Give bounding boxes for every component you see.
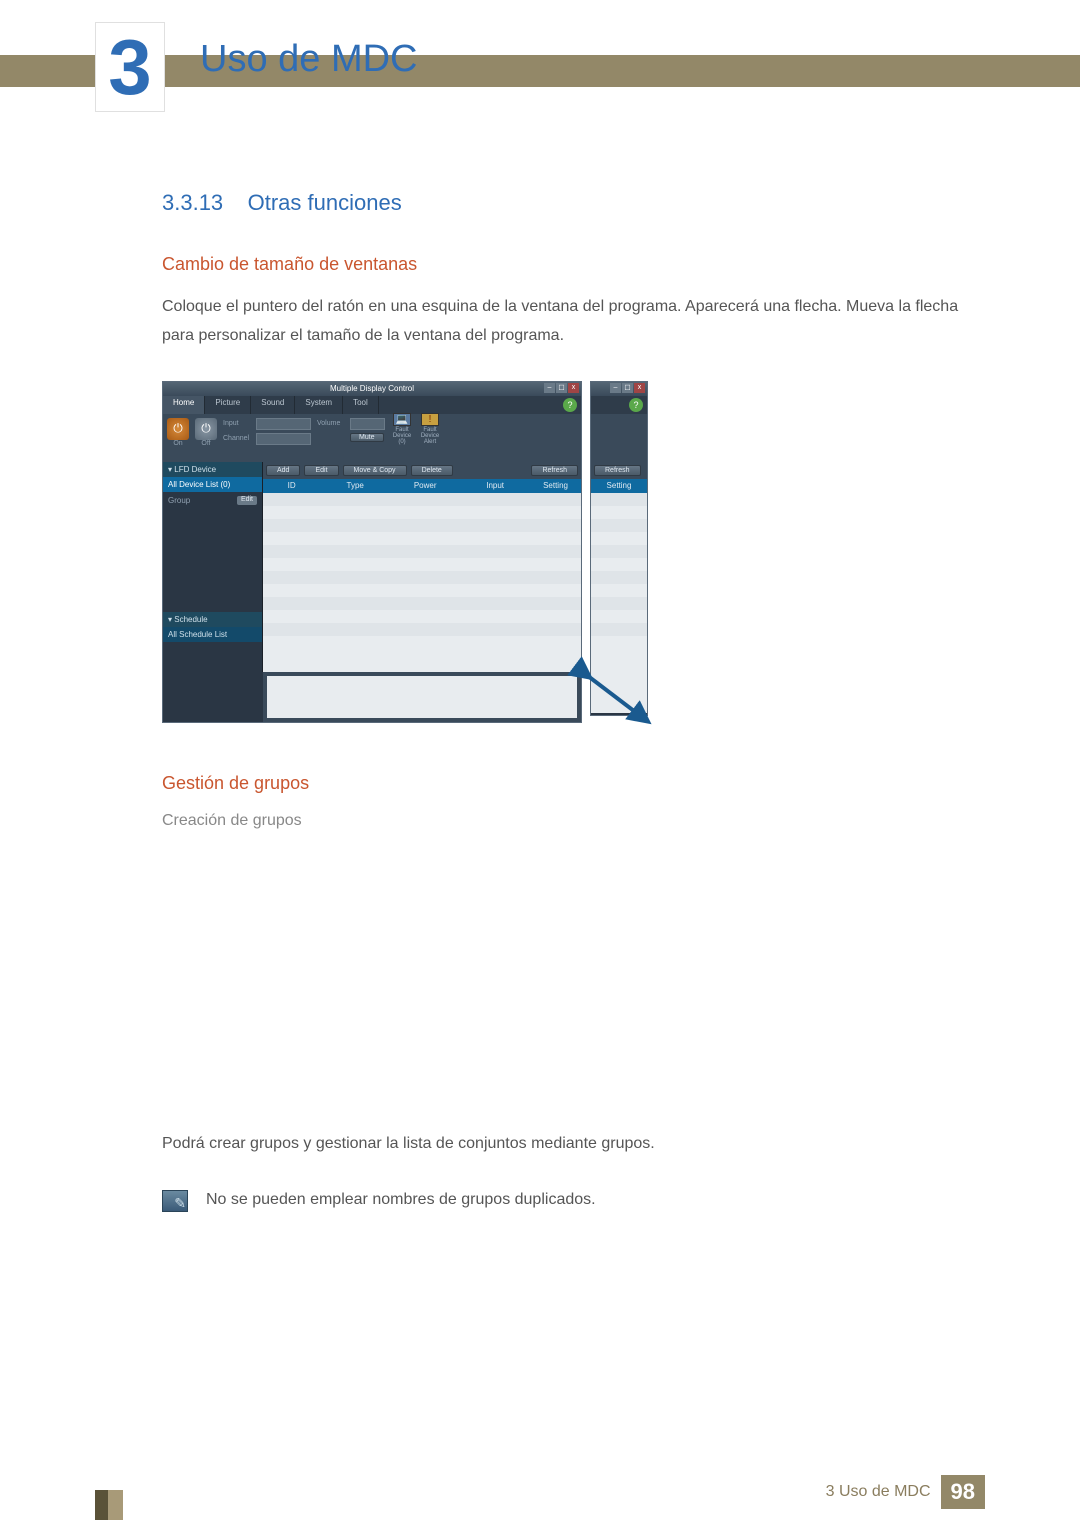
- mdc-bottom-panel: [163, 672, 581, 722]
- sec-maximize-button[interactable]: ☐: [622, 383, 633, 393]
- note-icon: [162, 1190, 188, 1212]
- col-type: Type: [320, 481, 390, 490]
- fault-alert-icon[interactable]: ! Fault Device Alert: [419, 418, 441, 440]
- minimize-button[interactable]: –: [544, 383, 555, 393]
- sidebar-lfd-device[interactable]: ▾ LFD Device: [163, 462, 262, 477]
- col-setting: Setting: [530, 481, 581, 490]
- mdc-main-window: Multiple Display Control – ☐ x Home Pict…: [162, 381, 582, 723]
- secondary-titlebar: – ☐ x: [591, 382, 647, 396]
- channel-label: Channel: [223, 435, 253, 442]
- data-grid: [263, 493, 581, 672]
- power-off-button[interactable]: ⏻: [195, 418, 217, 440]
- close-button[interactable]: x: [568, 383, 579, 393]
- off-label: Off: [201, 440, 210, 447]
- page-footer: 3 Uso de MDC 98: [826, 1475, 985, 1509]
- table-row: [263, 519, 581, 532]
- footer-accent-light: [108, 1490, 123, 1520]
- table-row: [263, 558, 581, 571]
- col-power: Power: [390, 481, 460, 490]
- volume-label: Volume: [317, 420, 347, 427]
- groups-body-text: Podrá crear grupos y gestionar la lista …: [162, 1130, 980, 1159]
- channel-select[interactable]: [256, 433, 311, 445]
- mute-button[interactable]: Mute: [350, 433, 384, 442]
- col-id: ID: [263, 481, 320, 490]
- add-button[interactable]: Add: [266, 465, 300, 476]
- volume-spinner[interactable]: [350, 418, 385, 430]
- sec-help-icon[interactable]: ?: [629, 398, 643, 412]
- sidebar-group-row: Group Edit: [163, 492, 262, 509]
- tab-picture[interactable]: Picture: [205, 396, 251, 414]
- input-select[interactable]: [256, 418, 311, 430]
- subsection-resize-heading: Cambio de tamaño de ventanas: [162, 254, 980, 275]
- table-row: [263, 571, 581, 584]
- delete-button[interactable]: Delete: [411, 465, 453, 476]
- input-label: Input: [223, 420, 253, 427]
- subsection-groups-heading: Gestión de grupos: [162, 773, 980, 794]
- chapter-number-box: 3: [95, 22, 165, 112]
- table-row: [263, 545, 581, 558]
- table-row: [263, 597, 581, 610]
- tab-system[interactable]: System: [295, 396, 343, 414]
- mdc-toolbar: ⏻ On ⏻ Off Input Channel: [163, 414, 581, 462]
- fault-device-icon[interactable]: 💻 Fault Device (0): [391, 418, 413, 440]
- table-row: [263, 506, 581, 519]
- mdc-main-area: Add Edit Move & Copy Delete Refresh ID T…: [263, 462, 581, 672]
- sidebar-all-device-list[interactable]: All Device List (0): [163, 477, 262, 492]
- col-input: Input: [460, 481, 530, 490]
- creation-subheading: Creación de grupos: [162, 812, 980, 830]
- mdc-sidebar: ▾ LFD Device All Device List (0) Group E…: [163, 462, 263, 672]
- table-row: [263, 623, 581, 636]
- power-on-button[interactable]: ⏻: [167, 418, 189, 440]
- move-copy-button[interactable]: Move & Copy: [343, 465, 407, 476]
- sidebar-schedule[interactable]: ▾ Schedule: [163, 612, 262, 627]
- mdc-tabs: Home Picture Sound System Tool ?: [163, 396, 581, 414]
- note-text: No se pueden emplear nombres de grupos d…: [206, 1186, 596, 1215]
- sidebar-all-schedule-list[interactable]: All Schedule List: [163, 627, 262, 642]
- footer-label: 3 Uso de MDC: [826, 1483, 931, 1501]
- refresh-button[interactable]: Refresh: [531, 465, 578, 476]
- window-buttons: – ☐ x: [544, 383, 579, 393]
- mdc-titlebar: Multiple Display Control – ☐ x: [163, 382, 581, 396]
- mdc-screenshot: Multiple Display Control – ☐ x Home Pict…: [162, 381, 657, 723]
- sec-col-setting: Setting: [591, 481, 647, 490]
- action-row: Add Edit Move & Copy Delete Refresh: [263, 462, 581, 479]
- mdc-body: ▾ LFD Device All Device List (0) Group E…: [163, 462, 581, 672]
- help-icon[interactable]: ?: [563, 398, 577, 412]
- tab-sound[interactable]: Sound: [251, 396, 295, 414]
- column-headers: ID Type Power Input Setting: [263, 479, 581, 493]
- maximize-button[interactable]: ☐: [556, 383, 567, 393]
- page-content: 3.3.13 Otras funciones Cambio de tamaño …: [162, 190, 980, 1215]
- group-edit-chip[interactable]: Edit: [237, 496, 257, 505]
- note-row: No se pueden emplear nombres de grupos d…: [162, 1186, 980, 1215]
- chapter-number: 3: [108, 28, 151, 106]
- sec-minimize-button[interactable]: –: [610, 383, 621, 393]
- group-label: Group: [168, 496, 190, 505]
- section-number: 3.3.13: [162, 190, 223, 216]
- tab-tool[interactable]: Tool: [343, 396, 379, 414]
- table-row: [263, 584, 581, 597]
- mdc-title-text: Multiple Display Control: [330, 384, 414, 393]
- table-row: [263, 532, 581, 545]
- sec-refresh-button[interactable]: Refresh: [594, 465, 641, 476]
- chapter-title: Uso de MDC: [200, 38, 418, 81]
- resize-arrow-icon: [574, 663, 664, 733]
- tab-home[interactable]: Home: [163, 396, 205, 414]
- section-title: Otras funciones: [248, 190, 402, 215]
- sec-close-button[interactable]: x: [634, 383, 645, 393]
- edit-button[interactable]: Edit: [304, 465, 338, 476]
- table-row: [263, 493, 581, 506]
- on-label: On: [173, 440, 182, 447]
- page-number: 98: [941, 1475, 985, 1509]
- table-row: [263, 610, 581, 623]
- resize-body-text: Coloque el puntero del ratón en una esqu…: [162, 293, 980, 351]
